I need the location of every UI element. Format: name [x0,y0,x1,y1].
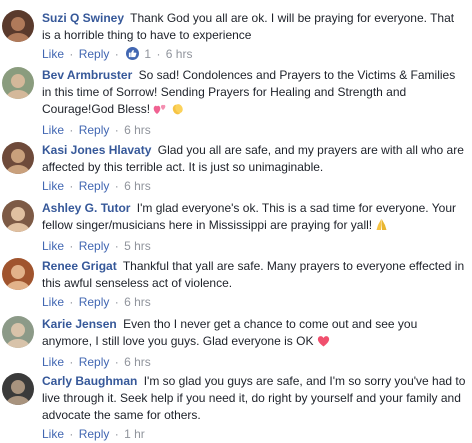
reply-link[interactable]: Reply [79,239,110,253]
reply-link[interactable]: Reply [79,295,110,309]
sparkling-hearts-icon [153,103,167,120]
folded-hands-icon [375,218,388,236]
comment-timestamp[interactable]: 6 hrs [124,355,151,369]
reply-link[interactable]: Reply [79,179,110,193]
avatar[interactable] [2,258,34,290]
like-link[interactable]: Like [42,47,64,61]
reply-link[interactable]: Reply [79,355,110,369]
comment-author[interactable]: Karie Jensen [42,317,117,331]
reply-link[interactable]: Reply [79,427,110,441]
red-heart-icon [317,335,330,352]
like-link[interactable]: Like [42,179,64,193]
like-link[interactable]: Like [42,427,64,441]
comment-timestamp[interactable]: 1 hr [124,427,145,441]
comment-timestamp[interactable]: 5 hrs [124,239,151,253]
reply-link[interactable]: Reply [79,47,110,61]
reaction-count[interactable]: 1 [144,47,151,61]
comment-author[interactable]: Ashley G. Tutor [42,201,130,215]
avatar[interactable] [2,10,34,42]
comment-actions: Like · Reply · 6 hrs [42,295,151,309]
comment-timestamp[interactable]: 6 hrs [166,47,193,61]
like-link[interactable]: Like [42,239,64,253]
comment-author[interactable]: Kasi Jones Hlavaty [42,143,151,157]
avatar[interactable] [2,373,34,405]
avatar[interactable] [2,200,34,232]
comment-author[interactable]: Suzi Q Swiney [42,11,124,25]
avatar[interactable] [2,316,34,348]
comment-actions: Like · Reply · 6 hrs [42,179,151,193]
comment-list: Suzi Q Swiney Thank God you all are ok. … [0,0,472,443]
clapping-hands-icon [171,102,184,120]
comment-actions: Like · Reply · 5 hrs [42,239,151,253]
avatar[interactable] [2,67,34,99]
comment-author[interactable]: Carly Baughman [42,374,137,388]
like-link[interactable]: Like [42,295,64,309]
comment-author[interactable]: Renee Grigat [42,259,117,273]
comment-actions: Like · Reply · 6 hrs [42,123,151,137]
avatar[interactable] [2,142,34,174]
thumbs-up-icon[interactable] [126,47,140,60]
reply-link[interactable]: Reply [79,123,110,137]
comment-actions: Like · Reply · 1 hr [42,427,145,441]
like-link[interactable]: Like [42,355,64,369]
comment-author[interactable]: Bev Armbruster [42,68,132,82]
like-link[interactable]: Like [42,123,64,137]
comment-actions: Like · Reply · 6 hrs [42,355,151,369]
comment-timestamp[interactable]: 6 hrs [124,179,151,193]
comment-actions: Like · Reply · 1 · 6 hrs [42,47,193,61]
comment-timestamp[interactable]: 6 hrs [124,295,151,309]
comment-timestamp[interactable]: 6 hrs [124,123,151,137]
